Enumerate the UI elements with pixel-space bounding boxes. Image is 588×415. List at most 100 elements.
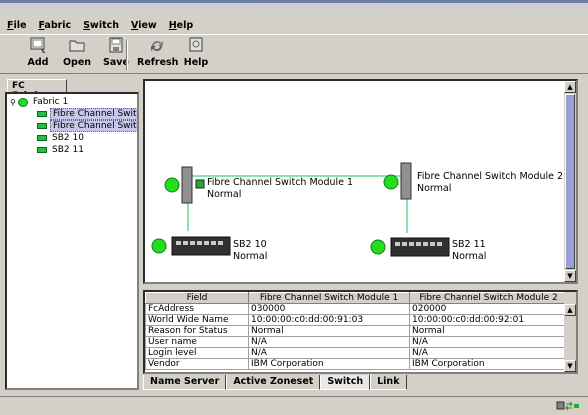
- tab-link[interactable]: Link: [370, 375, 407, 390]
- tab-fc-fabrics[interactable]: FC Fabrics: [7, 79, 67, 101]
- scroll-down-icon[interactable]: ▼: [564, 360, 576, 372]
- table-row[interactable]: Reason for Status Normal Normal: [145, 325, 568, 337]
- blade-port-icon: [197, 241, 202, 245]
- status-node-icon[interactable]: [383, 174, 399, 190]
- scroll-up-icon[interactable]: ▲: [564, 81, 576, 93]
- table-cell: World Wide Name: [145, 314, 249, 326]
- table-row[interactable]: World Wide Name 10:00:00:c0:dd:00:91:03 10…: [145, 314, 568, 326]
- menu-view[interactable]: View: [130, 20, 158, 31]
- blade-port-icon: [437, 242, 442, 246]
- switch1-status: Normal: [207, 189, 242, 200]
- expand-icon[interactable]: ⚲: [10, 98, 16, 107]
- refresh-button[interactable]: Refresh: [137, 37, 178, 73]
- scroll-thumb[interactable]: [565, 94, 575, 269]
- table-row[interactable]: User name N/A N/A: [145, 336, 568, 348]
- tree-item-label: SB2 10: [52, 133, 84, 143]
- tree-item-fabric[interactable]: ⚲ Fabric 1: [10, 96, 70, 108]
- table-cell: IBM Corporation: [248, 358, 410, 370]
- refresh-icon: [151, 41, 163, 51]
- properties-table: Field Fibre Channel Switch Module 1 Fibr…: [145, 292, 568, 370]
- switch-icon: [37, 111, 47, 117]
- switch2-status: Normal: [417, 183, 452, 194]
- blade-server-icon[interactable]: [390, 237, 450, 257]
- switch-module-icon[interactable]: [181, 166, 193, 204]
- table-row[interactable]: Login level N/A N/A: [145, 347, 568, 359]
- switch-icon: [37, 147, 47, 153]
- tab-active-zoneset[interactable]: Active Zoneset: [226, 375, 321, 390]
- scroll-up-icon[interactable]: ▲: [564, 304, 576, 316]
- blade-port-icon: [430, 242, 435, 246]
- table-cell: 020000: [409, 303, 568, 315]
- table-cell: Normal: [409, 325, 568, 337]
- column-header[interactable]: Field: [145, 292, 249, 304]
- table-row[interactable]: Vendor IBM Corporation IBM Corporation: [145, 358, 568, 370]
- tree-item-blade-1[interactable]: SB2 10: [37, 132, 86, 144]
- table-header-row: Field Fibre Channel Switch Module 1 Fibr…: [145, 292, 568, 304]
- add-icon: [30, 37, 46, 54]
- tree-item-switch-2[interactable]: Fibre Channel Switch: [37, 120, 137, 132]
- add-button[interactable]: Add: [18, 37, 58, 73]
- blade2-status: Normal: [452, 251, 487, 262]
- blade2-name: SB2 11: [452, 239, 486, 250]
- column-header[interactable]: Fibre Channel Switch Module 2: [409, 292, 568, 304]
- toolbar: Add Open Save Refresh Help: [0, 34, 588, 74]
- switch-module-icon[interactable]: [400, 162, 412, 200]
- tree-item-switch-1[interactable]: Fibre Channel Switch: [37, 108, 137, 120]
- table-cell: N/A: [248, 336, 410, 348]
- menu-file[interactable]: File: [6, 20, 27, 31]
- tree-item-blade-2[interactable]: SB2 11: [37, 144, 86, 156]
- blade-server-icon[interactable]: [171, 236, 231, 256]
- blade-port-icon: [211, 241, 216, 245]
- tab-switch[interactable]: Switch: [320, 375, 371, 390]
- table-cell: Login level: [145, 347, 249, 359]
- blade1-name: SB2 10: [233, 239, 267, 250]
- menu-help[interactable]: Help: [168, 20, 194, 31]
- table-row[interactable]: FcAddress 030000 020000: [145, 303, 568, 315]
- menu-switch[interactable]: Switch: [82, 20, 120, 31]
- blade-port-icon: [183, 241, 188, 245]
- table-cell: User name: [145, 336, 249, 348]
- blade-port-icon: [190, 241, 195, 245]
- blade-port-icon: [416, 242, 421, 246]
- table-cell: IBM Corporation: [409, 358, 568, 370]
- scroll-down-icon[interactable]: ▼: [564, 270, 576, 282]
- properties-grid: Field Fibre Channel Switch Module 1 Fibr…: [143, 290, 578, 374]
- bottom-tabs: Name Server Active Zoneset Switch Link: [143, 375, 407, 391]
- table-cell: N/A: [248, 347, 410, 359]
- title-strip: [0, 0, 588, 3]
- table-cell: Normal: [248, 325, 410, 337]
- fabric-tree: ⚲ Fabric 1 Fibre Channel Switch Fibre Ch…: [5, 92, 139, 390]
- status-node-icon[interactable]: [151, 238, 167, 254]
- canvas-scrollbar[interactable]: ▲ ▼: [564, 81, 576, 282]
- switch-icon: [37, 123, 47, 129]
- status-bar: [0, 396, 588, 415]
- switch-icon: [37, 135, 47, 141]
- table-cell: 10:00:00:c0:dd:00:92:01: [409, 314, 568, 326]
- table-cell: Reason for Status: [145, 325, 249, 337]
- switch1-name: Fibre Channel Switch Module 1: [207, 177, 354, 188]
- tab-name-server[interactable]: Name Server: [143, 375, 227, 390]
- toolbar-separator: [126, 40, 128, 70]
- column-header[interactable]: Fibre Channel Switch Module 1: [248, 292, 410, 304]
- status-node-icon[interactable]: [164, 177, 180, 193]
- table-cell: 030000: [248, 303, 410, 315]
- save-button[interactable]: Save: [96, 37, 136, 73]
- add-label: Add: [27, 57, 49, 68]
- port-icon: [195, 179, 205, 189]
- topology-canvas[interactable]: Fibre Channel Switch Module 1 Normal Fib…: [143, 79, 578, 284]
- menu-fabric[interactable]: Fabric: [37, 20, 72, 31]
- blade1-status: Normal: [233, 251, 268, 262]
- table-cell: N/A: [409, 347, 568, 359]
- help-label: Help: [183, 57, 209, 68]
- blade-port-icon: [423, 242, 428, 246]
- table-cell: Vendor: [145, 358, 249, 370]
- status-node-icon[interactable]: [370, 239, 386, 255]
- blade-port-icon: [395, 242, 400, 246]
- switch2-name: Fibre Channel Switch Module 2: [417, 171, 564, 182]
- window-title-bar: [0, 0, 588, 16]
- grid-scrollbar[interactable]: ▲ ▼: [564, 292, 576, 372]
- table-cell: 10:00:00:c0:dd:00:91:03: [248, 314, 410, 326]
- open-icon: [69, 40, 85, 52]
- open-button[interactable]: Open: [57, 37, 97, 73]
- help-button[interactable]: Help: [176, 37, 216, 73]
